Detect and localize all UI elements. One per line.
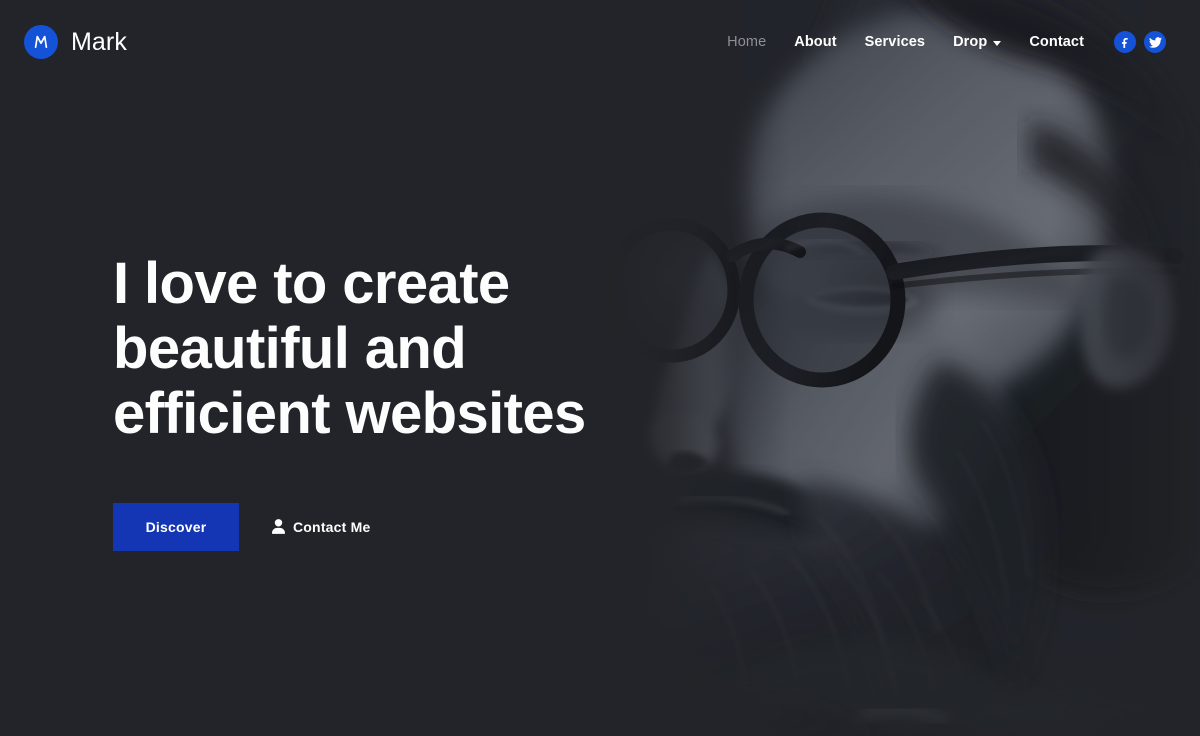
nav-item-home: Home: [713, 28, 780, 56]
nav-link-home-label: Home: [727, 34, 767, 50]
discover-button-label: Discover: [145, 518, 207, 535]
main-navigation: Mark Home About Services Drop Contact: [0, 0, 1200, 84]
nav-link-drop[interactable]: Drop: [939, 28, 1015, 56]
nav-link-drop-label: Drop: [953, 34, 988, 50]
hero-headline: I love to create beautiful and efficient…: [113, 251, 733, 447]
social-links: [1114, 31, 1166, 53]
hero-section: Mark Home About Services Drop Contact I …: [0, 0, 1200, 736]
nav-link-services[interactable]: Services: [851, 28, 939, 56]
nav-link-contact[interactable]: Contact: [1015, 28, 1098, 56]
twitter-link[interactable]: [1144, 31, 1166, 53]
nav-link-about-label: About: [794, 34, 837, 50]
hero-action-buttons: Discover Contact Me: [113, 502, 733, 551]
nav-item-contact: Contact: [1015, 28, 1098, 56]
nav-link-about[interactable]: About: [780, 28, 850, 56]
chevron-down-icon: [993, 40, 1002, 46]
nav-link-contact-label: Contact: [1029, 34, 1084, 50]
contact-me-button-label: Contact Me: [293, 518, 371, 535]
nav-item-drop: Drop: [939, 28, 1015, 56]
user-icon: [272, 519, 285, 535]
nav-links-list: Home About Services Drop Contact: [713, 28, 1166, 56]
nav-link-home[interactable]: Home: [713, 28, 780, 56]
facebook-icon: [1119, 36, 1131, 48]
hero-content: I love to create beautiful and efficient…: [113, 251, 733, 551]
nav-item-services: Services: [851, 28, 939, 56]
discover-button[interactable]: Discover: [113, 502, 239, 551]
facebook-link[interactable]: [1114, 31, 1136, 53]
hero-headline-line-3: efficient websites: [113, 380, 586, 446]
nav-item-about: About: [780, 28, 850, 56]
brand-name: Mark: [71, 27, 127, 56]
twitter-icon: [1148, 36, 1162, 49]
hero-headline-line-1: I love to create: [113, 251, 510, 316]
m-monogram-icon: [24, 25, 58, 59]
brand-logo-link[interactable]: Mark: [24, 25, 127, 59]
hero-headline-line-2: beautiful and: [113, 315, 467, 381]
contact-me-button[interactable]: Contact Me: [264, 513, 378, 541]
nav-link-services-label: Services: [864, 34, 926, 50]
